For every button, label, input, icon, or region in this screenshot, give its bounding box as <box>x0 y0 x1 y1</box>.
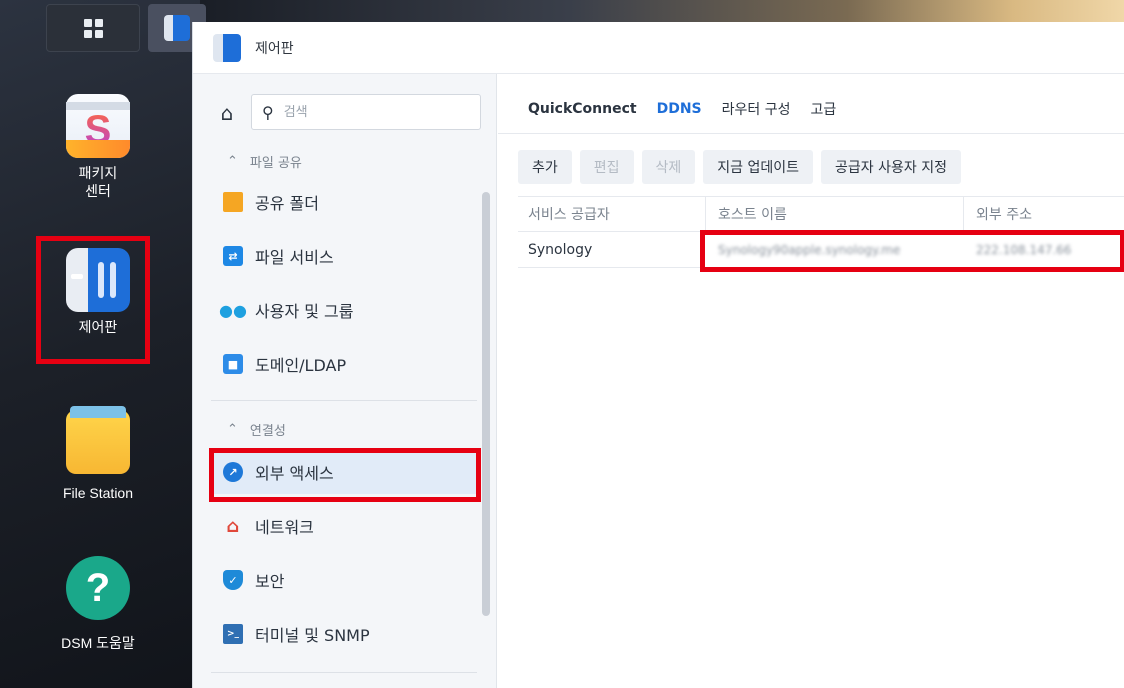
control-panel-icon <box>66 248 130 312</box>
help-icon: ? <box>66 556 130 620</box>
section-header-connectivity[interactable]: ⌃ 연결성 <box>227 420 286 439</box>
search-box[interactable]: ⚲ <box>251 94 481 130</box>
external-access-icon: ↗ <box>223 462 243 482</box>
tab-bar: QuickConnect DDNS 라우터 구성 고급 <box>498 74 1124 134</box>
sidebar-item-users-group[interactable]: ●● 사용자 및 그룹 <box>211 288 477 332</box>
column-header-provider[interactable]: 서비스 공급자 <box>518 197 706 231</box>
ddns-table: 서비스 공급자 호스트 이름 외부 주소 Synology Synology90… <box>518 196 1124 268</box>
desktop-item-label: 패키지 센터 <box>78 165 118 199</box>
terminal-icon: >_ <box>223 624 243 644</box>
chevron-up-icon: ⌃ <box>227 154 238 169</box>
delete-button[interactable]: 삭제 <box>641 150 696 184</box>
sidebar-item-label: 도메인/LDAP <box>255 356 347 375</box>
sidebar-item-external-access[interactable]: ↗ 외부 액세스 <box>211 450 477 494</box>
desktop-item-file-station[interactable]: File Station <box>28 406 168 502</box>
domain-ldap-icon: ■ <box>223 354 243 374</box>
desktop-item-package-center[interactable]: S 패키지 센터 <box>28 94 168 200</box>
package-center-icon: S <box>66 94 130 158</box>
sidebar-item-domain-ldap[interactable]: ■ 도메인/LDAP <box>211 342 477 386</box>
tab-quickconnect[interactable]: QuickConnect <box>528 91 637 117</box>
cell-hostname: Synology90apple.synology.me <box>718 242 901 257</box>
desktop-item-dsm-help[interactable]: ? DSM 도움말 <box>28 556 168 652</box>
search-input[interactable] <box>283 104 454 120</box>
sidebar: ⌂ ⚲ ⌃ 파일 공유 공유 폴더 ⇄ 파일 서비스 ●● 사용자 및 그룹 ■… <box>193 74 497 688</box>
users-group-icon: ●● <box>219 300 247 320</box>
apps-grid-icon <box>83 18 103 38</box>
window-titlebar: 제어판 <box>193 22 1124 74</box>
column-header-external-address[interactable]: 외부 주소 <box>964 197 1124 231</box>
sidebar-item-label: 터미널 및 SNMP <box>255 626 370 645</box>
sidebar-item-label: 네트워크 <box>255 518 314 537</box>
control-panel-icon <box>213 33 241 62</box>
search-icon: ⚲ <box>262 102 274 122</box>
desktop-item-label: 제어판 <box>78 319 118 335</box>
control-panel-icon <box>164 15 190 41</box>
chevron-up-icon: ⌃ <box>227 422 238 437</box>
add-button[interactable]: 추가 <box>518 150 572 184</box>
customize-provider-button[interactable]: 공급자 사용자 지정 <box>821 150 961 184</box>
desktop-item-label: DSM 도움말 <box>61 635 135 651</box>
sidebar-divider <box>211 672 477 673</box>
sidebar-item-label: 보안 <box>255 572 285 591</box>
sidebar-divider <box>211 400 477 401</box>
sidebar-item-label: 외부 액세스 <box>255 464 334 483</box>
main-menu-button[interactable] <box>46 4 140 52</box>
desktop-item-label: File Station <box>62 485 134 501</box>
sidebar-scrollbar[interactable] <box>482 192 490 616</box>
sidebar-item-network[interactable]: ⌂ 네트워크 <box>211 504 477 548</box>
sidebar-item-shared-folder[interactable]: 공유 폴더 <box>211 180 477 224</box>
file-station-icon <box>66 406 130 474</box>
toolbar: 추가 편집 삭제 지금 업데이트 공급자 사용자 지정 <box>518 150 961 184</box>
sidebar-item-label: 사용자 및 그룹 <box>255 302 354 321</box>
update-now-button[interactable]: 지금 업데이트 <box>703 150 814 184</box>
security-icon: ✓ <box>223 570 243 590</box>
sidebar-item-security[interactable]: ✓ 보안 <box>211 558 477 602</box>
main-panel: QuickConnect DDNS 라우터 구성 고급 추가 편집 삭제 지금 … <box>498 74 1124 688</box>
tab-advanced[interactable]: 고급 <box>811 89 837 119</box>
sidebar-item-label: 파일 서비스 <box>255 248 334 267</box>
section-header-file-sharing[interactable]: ⌃ 파일 공유 <box>227 152 302 171</box>
tab-router-config[interactable]: 라우터 구성 <box>722 89 791 119</box>
home-button[interactable]: ⌂ <box>207 96 247 130</box>
sidebar-item-label: 공유 폴더 <box>255 194 319 213</box>
cell-external-address: 222.108.147.66 <box>976 242 1072 257</box>
shared-folder-icon <box>223 192 243 212</box>
home-icon: ⌂ <box>220 101 234 125</box>
edit-button[interactable]: 편집 <box>579 150 634 184</box>
desktop-item-control-panel[interactable]: 제어판 <box>28 248 168 336</box>
window-title: 제어판 <box>255 40 294 57</box>
table-header: 서비스 공급자 호스트 이름 외부 주소 <box>518 196 1124 232</box>
column-header-hostname[interactable]: 호스트 이름 <box>706 197 964 231</box>
tab-ddns[interactable]: DDNS <box>657 91 702 117</box>
file-services-icon: ⇄ <box>223 246 243 266</box>
table-row[interactable]: Synology Synology90apple.synology.me 222… <box>518 232 1124 268</box>
control-panel-window: 제어판 ⌂ ⚲ ⌃ 파일 공유 공유 폴더 ⇄ 파일 서비스 ●● 사용자 및 … <box>192 22 1124 688</box>
network-icon: ⌂ <box>226 515 240 537</box>
cell-provider: Synology <box>528 241 593 258</box>
sidebar-item-terminal-snmp[interactable]: >_ 터미널 및 SNMP <box>211 612 477 656</box>
sidebar-item-file-services[interactable]: ⇄ 파일 서비스 <box>211 234 477 278</box>
